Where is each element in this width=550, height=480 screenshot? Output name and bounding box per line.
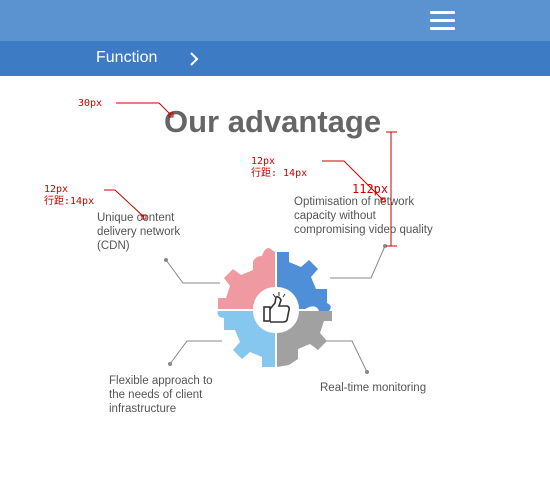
diagram-graphics — [104, 102, 397, 374]
gear-center — [256, 290, 296, 330]
annotation-lines — [104, 102, 397, 247]
